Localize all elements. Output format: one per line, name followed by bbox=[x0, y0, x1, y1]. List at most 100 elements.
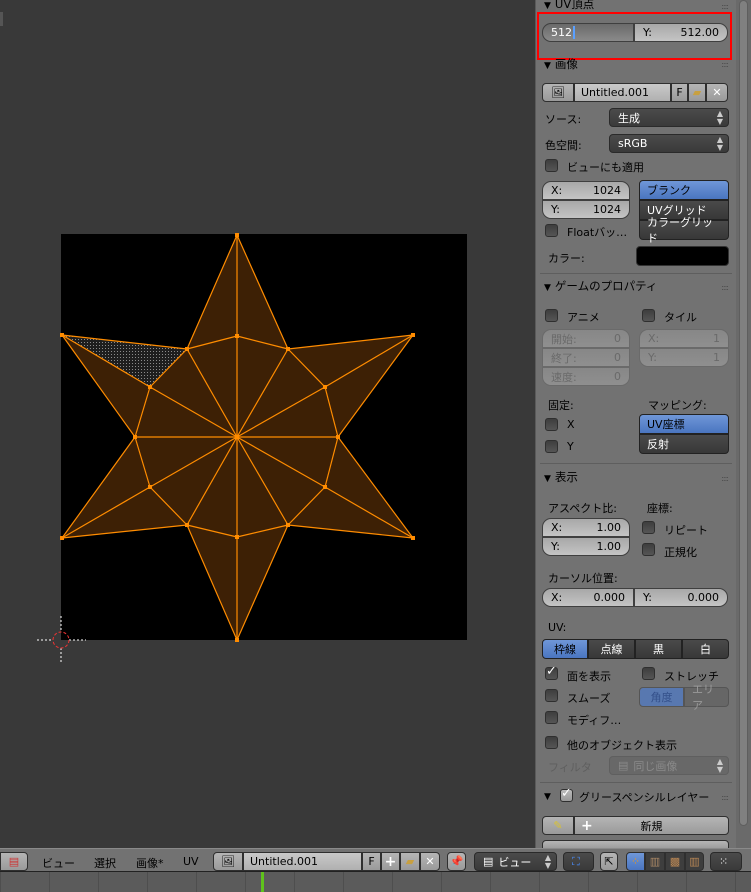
uv-vertex[interactable] bbox=[185, 347, 189, 351]
other-objects-checkbox[interactable] bbox=[545, 736, 558, 749]
drag-grip-icon[interactable]: :::: bbox=[721, 283, 729, 292]
pin-button[interactable]: 📌 bbox=[447, 852, 466, 871]
mapping-uv-option[interactable]: UV座標 bbox=[639, 414, 729, 434]
editor-type-button[interactable]: ▤ bbox=[0, 852, 28, 871]
menu-image[interactable]: 画像* bbox=[136, 855, 164, 871]
uv-vertex[interactable] bbox=[235, 535, 239, 539]
fake-user-button[interactable]: F bbox=[671, 83, 688, 102]
stretch-area-option[interactable]: エリア bbox=[684, 683, 729, 712]
uv-vertex[interactable] bbox=[323, 485, 327, 489]
pencil-browse-button[interactable]: ✎ bbox=[542, 816, 574, 835]
uv-style-black[interactable]: 黒 bbox=[635, 639, 682, 659]
normalized-checkbox[interactable] bbox=[642, 543, 655, 556]
face-select-mode-button[interactable]: ▩ bbox=[665, 852, 685, 871]
uv-vertex[interactable] bbox=[411, 536, 415, 540]
anim-speed-field[interactable]: 速度: 0 bbox=[542, 367, 630, 386]
edge-select-mode-button[interactable]: ▥ bbox=[645, 852, 665, 871]
smooth-checkbox[interactable] bbox=[545, 689, 558, 702]
draw-faces-checkbox[interactable] bbox=[545, 664, 558, 680]
fake-user-button[interactable]: F bbox=[362, 852, 381, 871]
uv-vertex-header[interactable]: ▼ UV頂点 bbox=[544, 0, 594, 12]
image-header[interactable]: ▼ 画像 bbox=[544, 56, 578, 72]
uv-vertex[interactable] bbox=[323, 385, 327, 389]
uv-style-outline[interactable]: 枠線 bbox=[542, 639, 588, 659]
sync-selection-button[interactable]: ⇱ bbox=[600, 852, 618, 871]
uv-style-dash[interactable]: 点線 bbox=[588, 639, 635, 659]
uv-editor-viewport[interactable] bbox=[0, 0, 535, 848]
game-properties-header[interactable]: ▼ ゲームのプロパティ bbox=[544, 278, 657, 294]
uv-vertex[interactable] bbox=[148, 485, 152, 489]
type-color-grid-option[interactable]: カラーグリッド bbox=[639, 216, 729, 245]
open-image-button[interactable]: ▰ bbox=[400, 852, 420, 871]
image-width-field[interactable]: X: 1024 bbox=[542, 181, 630, 200]
panel-scrollbar[interactable] bbox=[736, 0, 751, 848]
uv-canvas[interactable] bbox=[0, 0, 535, 848]
uv-vertex[interactable] bbox=[235, 638, 239, 642]
sticky-select-dropdown[interactable]: ⁙ bbox=[710, 852, 742, 871]
uv-x-input[interactable]: 512 bbox=[542, 23, 634, 42]
display-header[interactable]: ▼ 表示 bbox=[544, 469, 578, 485]
uv-vertex[interactable] bbox=[286, 347, 290, 351]
menu-select[interactable]: 選択 bbox=[94, 855, 116, 871]
timeline-strip[interactable] bbox=[0, 872, 751, 892]
filter-dropdown[interactable]: ▤ 同じ画像 ▲ ▼ bbox=[609, 756, 729, 775]
color-swatch[interactable] bbox=[636, 246, 729, 266]
uv-y-field[interactable]: Y: 512.00 bbox=[634, 23, 728, 42]
view-as-render-checkbox[interactable] bbox=[545, 159, 558, 172]
cursor-y-field[interactable]: Y: 0.000 bbox=[634, 588, 728, 607]
aspect-y-field[interactable]: Y: 1.00 bbox=[542, 537, 630, 556]
type-blank-option[interactable]: ブランク bbox=[639, 180, 729, 200]
repeat-checkbox[interactable] bbox=[642, 521, 655, 534]
drag-grip-icon[interactable]: :::: bbox=[721, 793, 729, 802]
mapping-reflection-option[interactable]: 反射 bbox=[639, 434, 729, 454]
tile-y-field[interactable]: Y: 1 bbox=[639, 348, 729, 367]
colorspace-dropdown[interactable]: sRGB ▲ ▼ bbox=[609, 134, 729, 153]
unlink-image-button[interactable]: ✕ bbox=[420, 852, 440, 871]
source-dropdown[interactable]: 生成 ▲ ▼ bbox=[609, 108, 729, 127]
new-image-button[interactable]: + bbox=[381, 852, 400, 871]
tile-x-field[interactable]: X: 1 bbox=[639, 329, 729, 348]
animated-checkbox[interactable] bbox=[545, 309, 558, 322]
uv-vertex[interactable] bbox=[235, 233, 239, 237]
drag-grip-icon[interactable]: :::: bbox=[721, 2, 729, 11]
menu-uv[interactable]: UV bbox=[183, 855, 199, 868]
uv-vertex[interactable] bbox=[185, 523, 189, 527]
image-browse-button[interactable]: 🖼 bbox=[542, 83, 574, 102]
drag-grip-icon[interactable]: :::: bbox=[721, 474, 729, 483]
grease-pencil-checkbox[interactable] bbox=[560, 786, 573, 802]
uv-vertex[interactable] bbox=[60, 333, 64, 337]
uv-vertex[interactable] bbox=[411, 333, 415, 337]
uv-vertex[interactable] bbox=[336, 435, 340, 439]
image-name-field[interactable]: Untitled.001 bbox=[243, 852, 362, 871]
uv-vertex[interactable] bbox=[235, 435, 239, 439]
uv-vertex[interactable] bbox=[133, 435, 137, 439]
anim-start-field[interactable]: 開始: 0 bbox=[542, 329, 630, 348]
pivot-dropdown[interactable]: ⛶ bbox=[563, 852, 594, 871]
image-height-field[interactable]: Y: 1024 bbox=[542, 200, 630, 219]
uv-vertex[interactable] bbox=[286, 523, 290, 527]
cursor-x-field[interactable]: X: 0.000 bbox=[542, 588, 634, 607]
image-name-field[interactable]: Untitled.001 bbox=[574, 83, 671, 102]
unlink-image-button[interactable]: ✕ bbox=[706, 83, 728, 102]
uv-vertex[interactable] bbox=[60, 536, 64, 540]
scrollbar-thumb[interactable] bbox=[739, 0, 748, 826]
clamp-y-checkbox[interactable] bbox=[545, 440, 558, 453]
clamp-x-checkbox[interactable] bbox=[545, 418, 558, 431]
aspect-x-field[interactable]: X: 1.00 bbox=[542, 518, 630, 537]
image-browse-button[interactable]: 🖼 bbox=[213, 852, 243, 871]
island-select-mode-button[interactable]: ▥ bbox=[685, 852, 704, 871]
uv-style-white[interactable]: 白 bbox=[682, 639, 729, 659]
stretch-angle-option[interactable]: 角度 bbox=[639, 687, 684, 707]
float-buffer-checkbox[interactable] bbox=[545, 224, 558, 237]
uv-vertex[interactable] bbox=[235, 334, 239, 338]
stretch-checkbox[interactable] bbox=[642, 667, 655, 680]
uv-vertex[interactable] bbox=[148, 385, 152, 389]
modified-checkbox[interactable] bbox=[545, 711, 558, 724]
toolbar-edge-tab[interactable] bbox=[0, 12, 3, 26]
current-frame-marker[interactable] bbox=[261, 872, 264, 892]
new-grease-pencil-button[interactable]: + 新規 bbox=[574, 816, 729, 835]
vertex-select-mode-button[interactable]: ⁘ bbox=[626, 852, 645, 871]
anim-end-field[interactable]: 終了: 0 bbox=[542, 348, 630, 367]
open-image-button[interactable]: ▰ bbox=[688, 83, 706, 102]
drag-grip-icon[interactable]: :::: bbox=[721, 60, 729, 69]
